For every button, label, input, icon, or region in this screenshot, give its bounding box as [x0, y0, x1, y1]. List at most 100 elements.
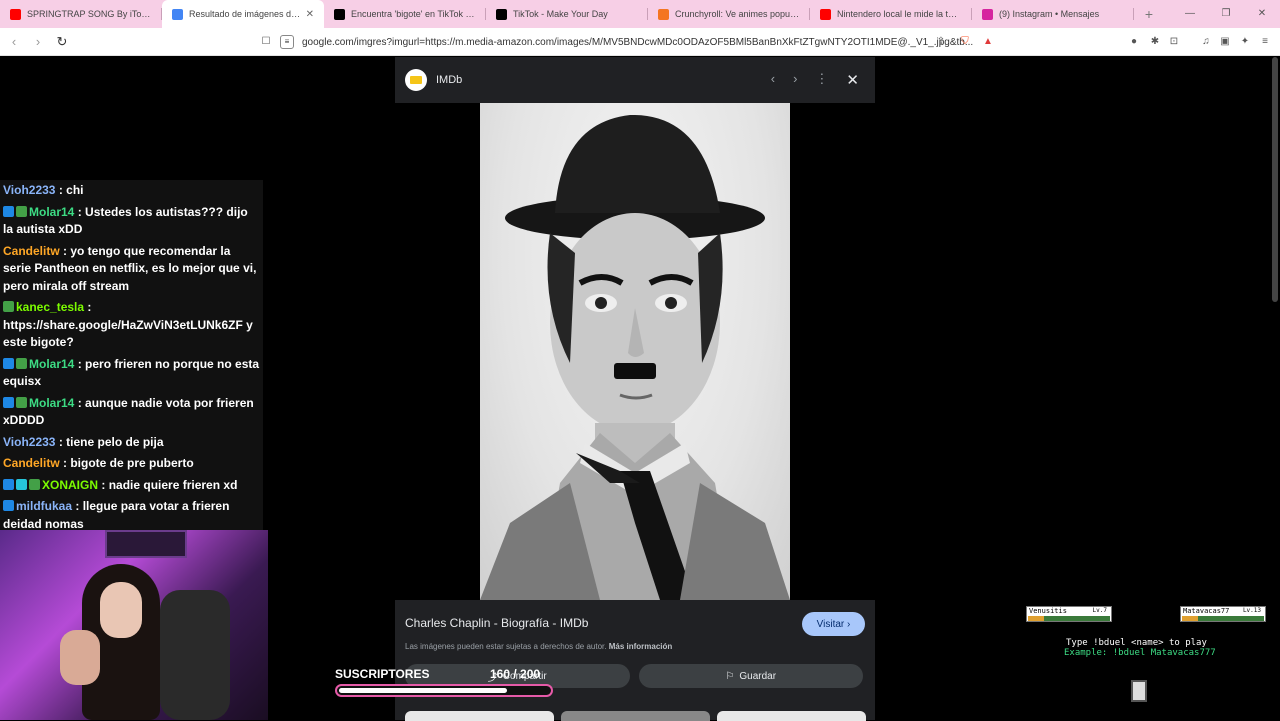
- chat-username[interactable]: Molar14: [29, 205, 74, 219]
- chat-message: Vioh2233 : chi: [3, 183, 84, 197]
- tab-title: Crunchyroll: Ve animes populares, juega: [675, 9, 800, 19]
- previous-icon[interactable]: ‹: [771, 71, 775, 89]
- browser-tab[interactable]: TikTok - Make Your Day: [486, 0, 648, 28]
- chat-message: XONAIGN : nadie quiere frieren xd: [0, 475, 263, 497]
- screenshot-icon[interactable]: ⊡: [1166, 34, 1182, 50]
- new-tab-button[interactable]: +: [1134, 6, 1164, 22]
- chat-text: nadie quiere frieren xd: [108, 477, 238, 492]
- duel-sprite: [1131, 680, 1147, 702]
- source-name[interactable]: IMDb: [436, 74, 462, 86]
- extension-icon[interactable]: ●: [1126, 34, 1142, 50]
- music-icon[interactable]: ♫: [1198, 34, 1214, 50]
- chat-username[interactable]: Vioh2233: [3, 183, 55, 197]
- browser-toolbar: ‹ › ↻ ☐ ≡ google.com/imgres?imgurl=https…: [0, 28, 1280, 56]
- close-icon[interactable]: ✕: [846, 71, 859, 89]
- chat-username[interactable]: Molar14: [29, 396, 74, 410]
- tab-title: Nintendero local le mide la tula a Tod: [837, 9, 962, 19]
- close-window-button[interactable]: ✕: [1244, 0, 1280, 28]
- next-icon[interactable]: ›: [793, 71, 797, 89]
- chat-badge-icon: [3, 478, 14, 490]
- bookmark-icon[interactable]: ☐: [258, 34, 274, 50]
- stream-chat: Vioh2233 : chi Molar14 : Ustedes los auti…: [0, 180, 263, 531]
- chat-badge-icon: [3, 357, 14, 369]
- chat-text: https://share.google/HaZwViN3etLUNk6ZF y…: [3, 317, 253, 350]
- chat-message: Candelitw : bigote de pre puberto: [3, 456, 194, 470]
- close-tab-icon[interactable]: ✕: [306, 9, 314, 20]
- share-icon[interactable]: ⇪: [933, 34, 949, 50]
- youtube-icon: [10, 8, 21, 20]
- tiktok-icon: [496, 8, 507, 20]
- chat-username[interactable]: kanec_tesla: [16, 300, 84, 314]
- tab-title: SPRINGTRAP SONG By iTownGamePlay: [27, 9, 152, 19]
- duel-instruction: Type !bduel <name> to play: [1066, 638, 1207, 648]
- subscriber-goal: SUSCRIPTORES 160 / 200: [335, 664, 555, 700]
- site-info-icon[interactable]: ≡: [280, 35, 294, 49]
- visit-button[interactable]: Visitar ›: [802, 612, 865, 636]
- tab-title: (9) Instagram • Mensajes: [999, 9, 1100, 19]
- chat-username[interactable]: XONAIGN: [42, 478, 98, 492]
- brave-shield-icon[interactable]: ⛉: [957, 34, 973, 50]
- instagram-icon: [982, 8, 993, 20]
- chat-text: bigote de pre puberto: [70, 456, 194, 470]
- chat-username[interactable]: Candelitw: [3, 244, 60, 258]
- preview-image[interactable]: [480, 103, 790, 600]
- subscriber-label: SUSCRIPTORES: [335, 667, 430, 681]
- chat-message: Candelitw : yo tengo que recomendar la s…: [3, 243, 257, 293]
- google-icon: [172, 8, 183, 20]
- forward-icon[interactable]: ›: [28, 34, 48, 49]
- webcam-feed: [0, 530, 268, 720]
- panel-header: IMDb ‹ › ⋮ ✕: [395, 57, 875, 103]
- reload-icon[interactable]: ↻: [52, 34, 72, 50]
- scrollbar[interactable]: [1272, 57, 1278, 302]
- chat-text: chi: [66, 183, 84, 197]
- back-icon[interactable]: ‹: [4, 34, 24, 49]
- player-1-hp-fill: [1028, 616, 1045, 621]
- browser-tab[interactable]: Encuentra 'bigote' en TikTok | Buscar: [324, 0, 486, 28]
- chat-badge-icon: [16, 478, 27, 490]
- chat-badge-icon: [3, 205, 14, 217]
- chat-badge-icon: [16, 396, 27, 408]
- url-text[interactable]: google.com/imgres?imgurl=https://m.media…: [302, 37, 1000, 48]
- chat-message: Molar14 : pero frieren no porque no esta…: [3, 356, 260, 388]
- subscriber-progress-fill: [339, 688, 507, 693]
- browser-tab[interactable]: SPRINGTRAP SONG By iTownGamePlay: [0, 0, 162, 28]
- minimize-button[interactable]: —: [1172, 0, 1208, 28]
- chat-username[interactable]: Molar14: [29, 357, 74, 371]
- duel-example: Example: !bduel Matavacas777: [1064, 648, 1216, 658]
- tab-title: TikTok - Make Your Day: [513, 9, 608, 19]
- chat-username[interactable]: Vioh2233: [3, 435, 55, 449]
- player-2-level: Lv.13: [1242, 607, 1261, 614]
- browser-tab[interactable]: Resultado de imágenes de Google ✕: [162, 0, 324, 28]
- copyright-text: Las imágenes pueden estar sujetas a dere…: [405, 642, 607, 651]
- chat-username[interactable]: mildfukaa: [16, 499, 72, 513]
- chat-badge-icon: [16, 357, 27, 369]
- maximize-button[interactable]: ❐: [1208, 0, 1244, 28]
- browser-tab[interactable]: (9) Instagram • Mensajes: [972, 0, 1134, 28]
- imdb-logo-icon: [405, 69, 427, 91]
- chat-message: Vioh2233 : tiene pelo de pija: [3, 434, 164, 449]
- browser-tab[interactable]: Crunchyroll: Ve animes populares, juega: [648, 0, 810, 28]
- address-bar[interactable]: ≡ google.com/imgres?imgurl=https://m.med…: [280, 31, 1000, 53]
- chat-username[interactable]: Candelitw: [3, 456, 60, 470]
- chat-message: Molar14 : aunque nadie vota por frieren …: [3, 395, 254, 427]
- chat-message: Molar14 : Ustedes los autistas??? dijo l…: [3, 204, 248, 236]
- save-button[interactable]: ⚐ Guardar: [638, 664, 863, 688]
- duel-player-2: Matavacas77 Lv.13: [1180, 606, 1266, 622]
- copyright-notice: Las imágenes pueden estar sujetas a dere…: [405, 642, 672, 651]
- menu-icon[interactable]: ≡: [1257, 34, 1273, 50]
- youtube-icon: [820, 8, 831, 20]
- image-frame: [395, 103, 875, 600]
- brave-rewards-icon[interactable]: ▲: [980, 34, 996, 50]
- chat-badge-icon: [3, 500, 14, 511]
- wallet-icon[interactable]: ▣: [1217, 34, 1233, 50]
- more-info-link[interactable]: Más información: [609, 642, 673, 651]
- browser-tab[interactable]: Nintendero local le mide la tula a Tod: [810, 0, 972, 28]
- webcam-hand: [60, 630, 100, 685]
- window-controls: — ❐ ✕: [1172, 0, 1280, 28]
- leo-ai-icon[interactable]: ✦: [1237, 34, 1253, 50]
- player-2-hp-bar: [1182, 616, 1264, 621]
- tab-bar: SPRINGTRAP SONG By iTownGamePlay Resultad…: [0, 0, 1280, 28]
- image-caption[interactable]: Charles Chaplin - Biografía - IMDb: [405, 616, 588, 630]
- more-options-icon[interactable]: ⋮: [815, 71, 828, 89]
- puzzle-icon[interactable]: ✱: [1147, 34, 1163, 50]
